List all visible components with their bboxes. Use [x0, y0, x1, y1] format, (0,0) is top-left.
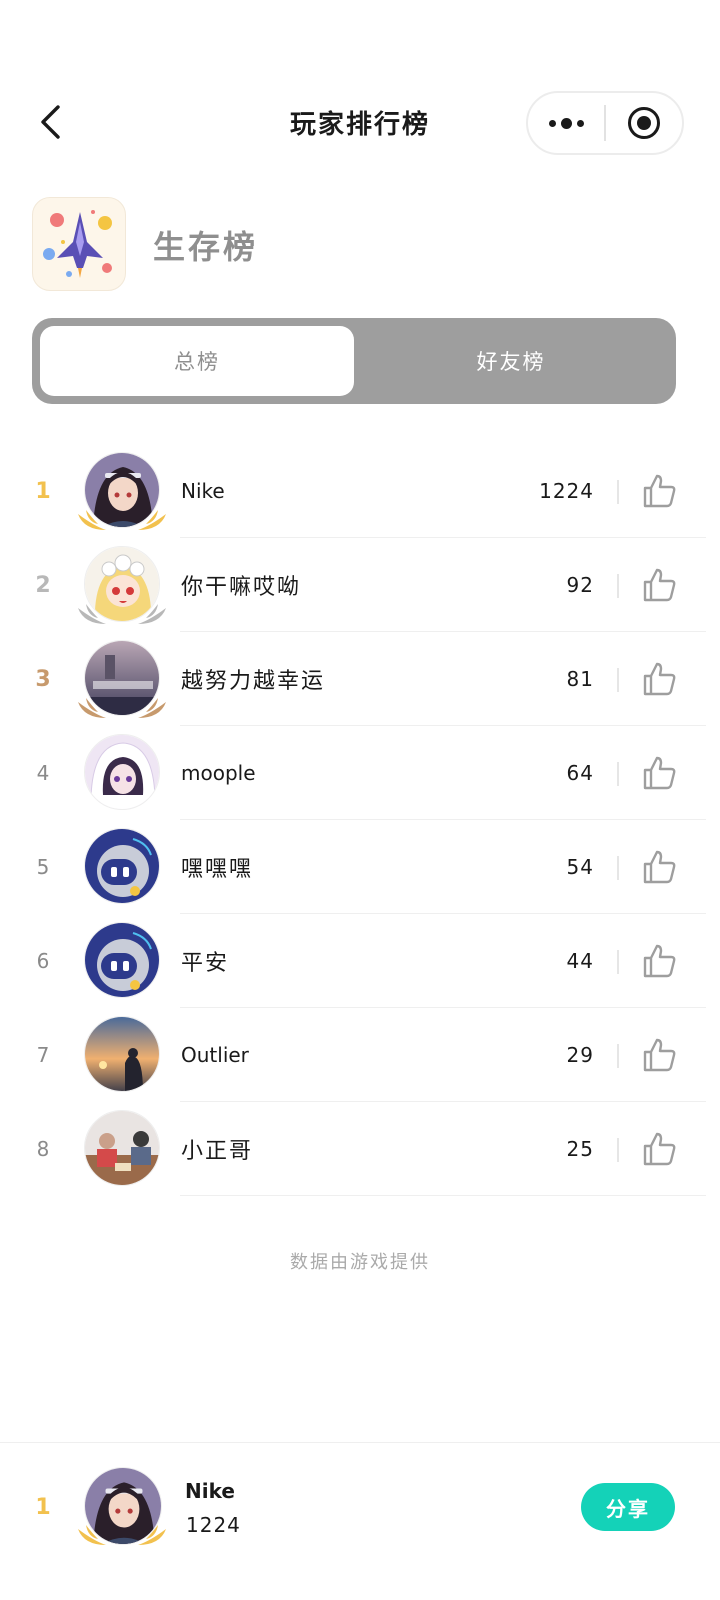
rank-number: 6	[36, 949, 50, 973]
nav-bar: 玩家排行榜	[0, 0, 720, 180]
gold-laurel-icon	[78, 1525, 166, 1545]
tab-overall[interactable]: 总榜	[40, 326, 354, 396]
data-source-note: 数据由游戏提供	[290, 1252, 430, 1273]
rank-number: 3	[35, 666, 51, 692]
score-divider	[617, 1044, 619, 1068]
avatar-wrapper	[76, 828, 168, 912]
player-name: 嘿嘿嘿	[181, 857, 254, 882]
rank-number: 5	[36, 855, 50, 879]
target-icon	[628, 107, 660, 139]
player-score: 44	[566, 949, 594, 973]
player-score: 25	[566, 1137, 594, 1161]
avatar-with-laurel	[76, 452, 168, 536]
close-mini-program-button[interactable]	[606, 93, 682, 153]
player-score: 92	[566, 573, 594, 597]
rank-number: 4	[36, 761, 50, 785]
thumbs-up-icon	[643, 662, 676, 696]
avatar	[84, 922, 160, 998]
ranking-row[interactable]: 5 嘿嘿嘿 54	[0, 820, 720, 914]
player-score: 64	[566, 761, 594, 785]
like-button[interactable]	[640, 848, 678, 886]
thumbs-up-icon	[643, 1132, 676, 1166]
avatar-wrapper	[76, 922, 168, 1006]
avatar-with-laurel	[76, 640, 168, 724]
player-name: moople	[181, 761, 256, 785]
avatar	[84, 1110, 160, 1186]
row-separator	[180, 1195, 706, 1196]
ranking-row[interactable]: 3 越努力越幸运 81	[0, 632, 720, 726]
avatar	[84, 734, 160, 810]
avatar	[84, 828, 160, 904]
player-name: 你干嘛哎呦	[181, 575, 302, 600]
rank-number: 2	[35, 572, 51, 598]
like-button[interactable]	[640, 1130, 678, 1168]
thumbs-up-icon	[643, 1038, 676, 1072]
avatar-wrapper	[76, 1110, 168, 1194]
ranking-row[interactable]: 6 平安 44	[0, 914, 720, 1008]
avatar-with-laurel	[76, 1467, 168, 1551]
ranking-row[interactable]: 2 你干嘛哎呦 92	[0, 538, 720, 632]
score-divider	[617, 668, 619, 692]
share-button[interactable]: 分享	[581, 1483, 675, 1531]
my-player-name: Nike	[185, 1479, 235, 1503]
ranking-row[interactable]: 8 小正哥 25	[0, 1102, 720, 1196]
avatar	[84, 1016, 160, 1092]
like-button[interactable]	[640, 660, 678, 698]
player-name: 越努力越幸运	[181, 669, 326, 694]
score-divider	[617, 574, 619, 598]
ranking-row[interactable]: 1 Nike 1224	[0, 444, 720, 538]
player-score: 81	[566, 667, 594, 691]
mini-program-capsule	[526, 91, 684, 155]
score-divider	[617, 856, 619, 880]
score-divider	[617, 950, 619, 974]
like-button[interactable]	[640, 942, 678, 980]
bronze-laurel-icon	[78, 698, 166, 718]
tab-friends[interactable]: 好友榜	[354, 326, 668, 396]
more-button[interactable]	[528, 93, 604, 153]
my-rank-bar: 1 Nike 1224 分享	[0, 1442, 720, 1600]
thumbs-up-icon	[643, 756, 676, 790]
like-button[interactable]	[640, 754, 678, 792]
player-name: 平安	[181, 951, 230, 976]
ranking-list: 1 Nike 1224 2 你干嘛哎呦 92 3 越努力越幸运 81 4 moo…	[0, 444, 720, 1196]
avatar-wrapper	[76, 734, 168, 818]
more-dot-icon	[576, 119, 584, 127]
ranking-row[interactable]: 4 moople 64	[0, 726, 720, 820]
player-score: 29	[566, 1043, 594, 1067]
leaderboard-tabs: 总榜 好友榜	[32, 318, 676, 404]
thumbs-up-icon	[643, 474, 676, 508]
more-dot-icon	[548, 119, 556, 127]
player-name: Outlier	[181, 1043, 249, 1067]
rank-number: 7	[36, 1043, 50, 1067]
player-score: 1224	[539, 479, 594, 503]
player-score: 54	[566, 855, 594, 879]
my-player-score: 1224	[186, 1513, 241, 1537]
score-divider	[617, 480, 619, 504]
thumbs-up-icon	[643, 944, 676, 978]
like-button[interactable]	[640, 472, 678, 510]
like-button[interactable]	[640, 566, 678, 604]
avatar-wrapper	[76, 1016, 168, 1100]
rank-number: 1	[35, 478, 51, 504]
score-divider	[617, 762, 619, 786]
my-rank-number: 1	[35, 1494, 51, 1520]
score-divider	[617, 1138, 619, 1162]
player-name: 小正哥	[181, 1139, 254, 1164]
leaderboard-name: 生存榜	[153, 228, 259, 266]
like-button[interactable]	[640, 1036, 678, 1074]
silver-laurel-icon	[78, 604, 166, 624]
thumbs-up-icon	[643, 850, 676, 884]
avatar-with-laurel	[76, 546, 168, 630]
gold-laurel-icon	[78, 510, 166, 530]
game-icon	[32, 197, 126, 291]
ranking-row[interactable]: 7 Outlier 29	[0, 1008, 720, 1102]
rank-number: 8	[36, 1137, 50, 1161]
thumbs-up-icon	[643, 568, 676, 602]
player-name: Nike	[181, 479, 225, 503]
more-dot-icon	[560, 117, 572, 129]
